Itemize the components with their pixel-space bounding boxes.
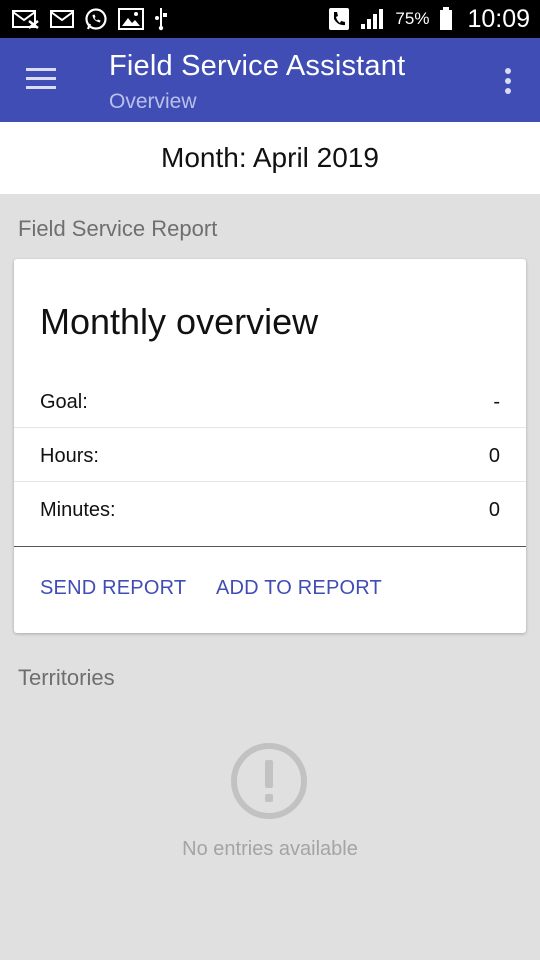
send-report-button[interactable]: SEND REPORT <box>40 577 186 600</box>
row-divider <box>14 481 526 482</box>
empty-state-text: No entries available <box>182 838 358 860</box>
section-header-territories: Territories <box>18 665 115 690</box>
alert-circle-icon <box>230 742 308 820</box>
battery-icon <box>439 7 453 31</box>
app-bar: Field Service Assistant Overview <box>0 38 540 122</box>
more-options-button[interactable] <box>502 66 514 96</box>
menu-icon-line <box>26 86 56 89</box>
menu-icon <box>26 68 56 71</box>
hours-value: 0 <box>488 444 500 467</box>
menu-button[interactable] <box>26 68 58 92</box>
hours-label: Hours: <box>40 444 99 467</box>
status-bar-system: 75% 10:09 <box>329 5 530 34</box>
battery-percent: 75% <box>395 9 430 28</box>
clock: 10:09 <box>467 4 530 33</box>
add-to-report-button[interactable]: ADD TO REPORT <box>216 577 382 600</box>
goal-value: - <box>493 390 500 413</box>
signal-icon <box>359 8 385 30</box>
card-title: Monthly overview <box>40 301 319 342</box>
hours-row: Hours: 0 <box>14 429 526 483</box>
menu-icon-line <box>26 77 56 80</box>
phone-call-icon <box>329 8 350 30</box>
goal-row: Goal: - <box>14 375 526 429</box>
usb-icon <box>154 7 168 31</box>
image-icon <box>118 8 144 30</box>
section-header-report: Field Service Report <box>18 216 218 241</box>
email-icon <box>50 9 74 29</box>
more-vert-icon-dot <box>505 88 511 94</box>
minutes-label: Minutes: <box>40 498 116 521</box>
more-vert-icon-dot <box>505 78 511 84</box>
month-label: Month: April 2019 <box>161 142 379 173</box>
minutes-row: Minutes: 0 <box>14 483 526 537</box>
minutes-value: 0 <box>488 498 500 521</box>
row-divider <box>14 427 526 428</box>
status-bar-notifications <box>12 7 168 31</box>
card-divider <box>14 546 526 547</box>
missed-message-icon <box>12 9 40 29</box>
status-bar: 75% 10:09 <box>0 0 540 38</box>
more-vert-icon <box>505 68 511 74</box>
app-subtitle: Overview <box>109 90 197 113</box>
goal-label: Goal: <box>40 390 88 413</box>
whatsapp-icon <box>84 7 108 31</box>
monthly-overview-card: Monthly overview Goal: - Hours: 0 Minute… <box>14 259 526 633</box>
app-title: Field Service Assistant <box>109 50 406 82</box>
month-selector[interactable]: Month: April 2019 <box>0 122 540 194</box>
